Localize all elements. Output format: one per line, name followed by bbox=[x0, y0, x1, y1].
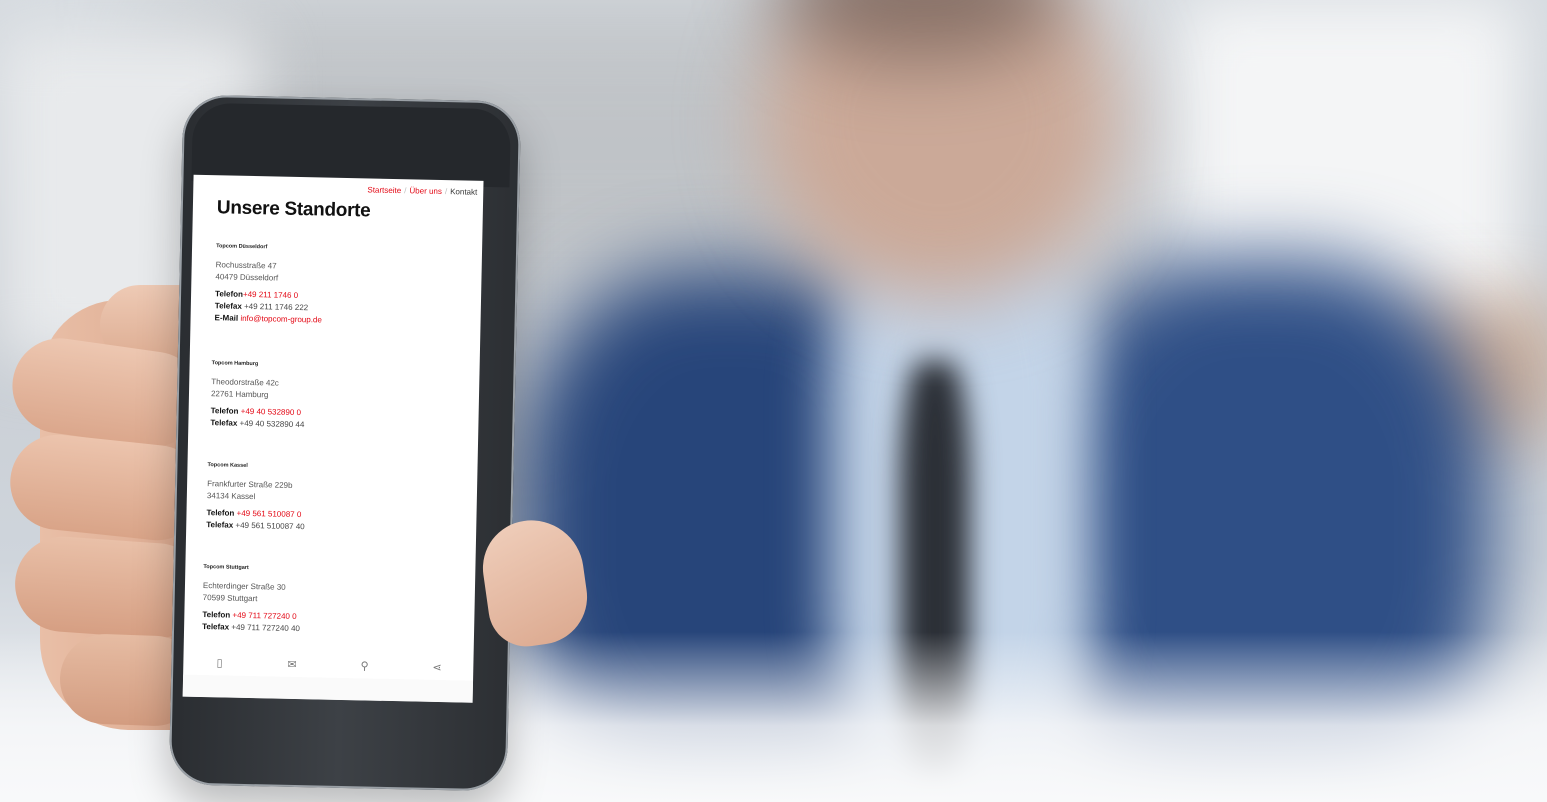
smartphone: Startseite / Über uns / Kontakt Unsere Stand… bbox=[168, 94, 522, 792]
breadcrumb-kontakt: Kontakt bbox=[450, 187, 478, 197]
phone-bezel bbox=[191, 102, 512, 188]
phone-link[interactable]: +49 711 727240 0 bbox=[232, 611, 296, 621]
breadcrumb: Startseite / Über uns / Kontakt bbox=[367, 185, 477, 196]
email-label: E-Mail bbox=[214, 313, 239, 323]
fax-number: +49 561 510087 40 bbox=[235, 520, 305, 532]
location-name: Topcom Kassel bbox=[207, 462, 248, 469]
phone-label: Telefon bbox=[202, 610, 231, 620]
breadcrumb-startseite[interactable]: Startseite bbox=[367, 185, 401, 195]
location-address: Echterdinger Straße 30 70599 Stuttgart bbox=[203, 580, 453, 609]
email-link[interactable]: info@topcom-group.de bbox=[240, 314, 322, 325]
fax-label: Telefax bbox=[214, 301, 242, 311]
location-stuttgart: Topcom Stuttgart Echterdinger Straße 30 … bbox=[202, 564, 453, 638]
fax-label: Telefax bbox=[202, 622, 230, 632]
fax-label: Telefax bbox=[210, 418, 238, 428]
location-address: Frankfurter Straße 229b 34134 Kassel bbox=[207, 478, 457, 507]
location-pin-icon[interactable]: ⚲ bbox=[354, 659, 374, 672]
screen-bottom-area bbox=[182, 674, 474, 703]
phone-link[interactable]: +49 40 532890 0 bbox=[241, 407, 301, 417]
page-title: Unsere Standorte bbox=[216, 197, 371, 222]
phone-label: Telefon bbox=[215, 289, 244, 299]
share-icon[interactable]: ⋖ bbox=[427, 660, 447, 673]
phone-label: Telefon bbox=[206, 508, 235, 518]
location-address: Rochusstraße 47 40479 Düsseldorf bbox=[215, 259, 465, 288]
fax-number: +49 211 1746 222 bbox=[243, 301, 309, 313]
fax-number: +49 40 532890 44 bbox=[239, 418, 305, 430]
mail-icon[interactable]: ✉ bbox=[282, 657, 302, 670]
breadcrumb-separator: / bbox=[404, 186, 407, 196]
phone-label: Telefon bbox=[210, 406, 239, 416]
phone-icon[interactable]: ▯ bbox=[209, 656, 229, 669]
breadcrumb-ueber-uns[interactable]: Über uns bbox=[409, 186, 442, 196]
breadcrumb-separator: / bbox=[444, 187, 448, 197]
location-name: Topcom Düsseldorf bbox=[216, 243, 268, 251]
location-name: Topcom Stuttgart bbox=[203, 564, 249, 572]
phone-screen: Startseite / Über uns / Kontakt Unsere Stand… bbox=[182, 174, 484, 703]
location-duesseldorf: Topcom Düsseldorf Rochusstraße 47 40479 … bbox=[214, 243, 466, 329]
location-hamburg: Topcom Hamburg Theodorstraße 42c 22761 H… bbox=[210, 360, 461, 434]
fax-label: Telefax bbox=[206, 520, 234, 530]
fax-number: +49 711 727240 40 bbox=[231, 622, 301, 634]
location-address: Theodorstraße 42c 22761 Hamburg bbox=[211, 376, 461, 405]
location-kassel: Topcom Kassel Frankfurter Straße 229b 34… bbox=[206, 462, 457, 536]
location-name: Topcom Hamburg bbox=[211, 360, 259, 368]
phone-link[interactable]: +49 211 1746 0 bbox=[243, 290, 298, 300]
phone-link[interactable]: +49 561 510087 0 bbox=[237, 509, 302, 519]
